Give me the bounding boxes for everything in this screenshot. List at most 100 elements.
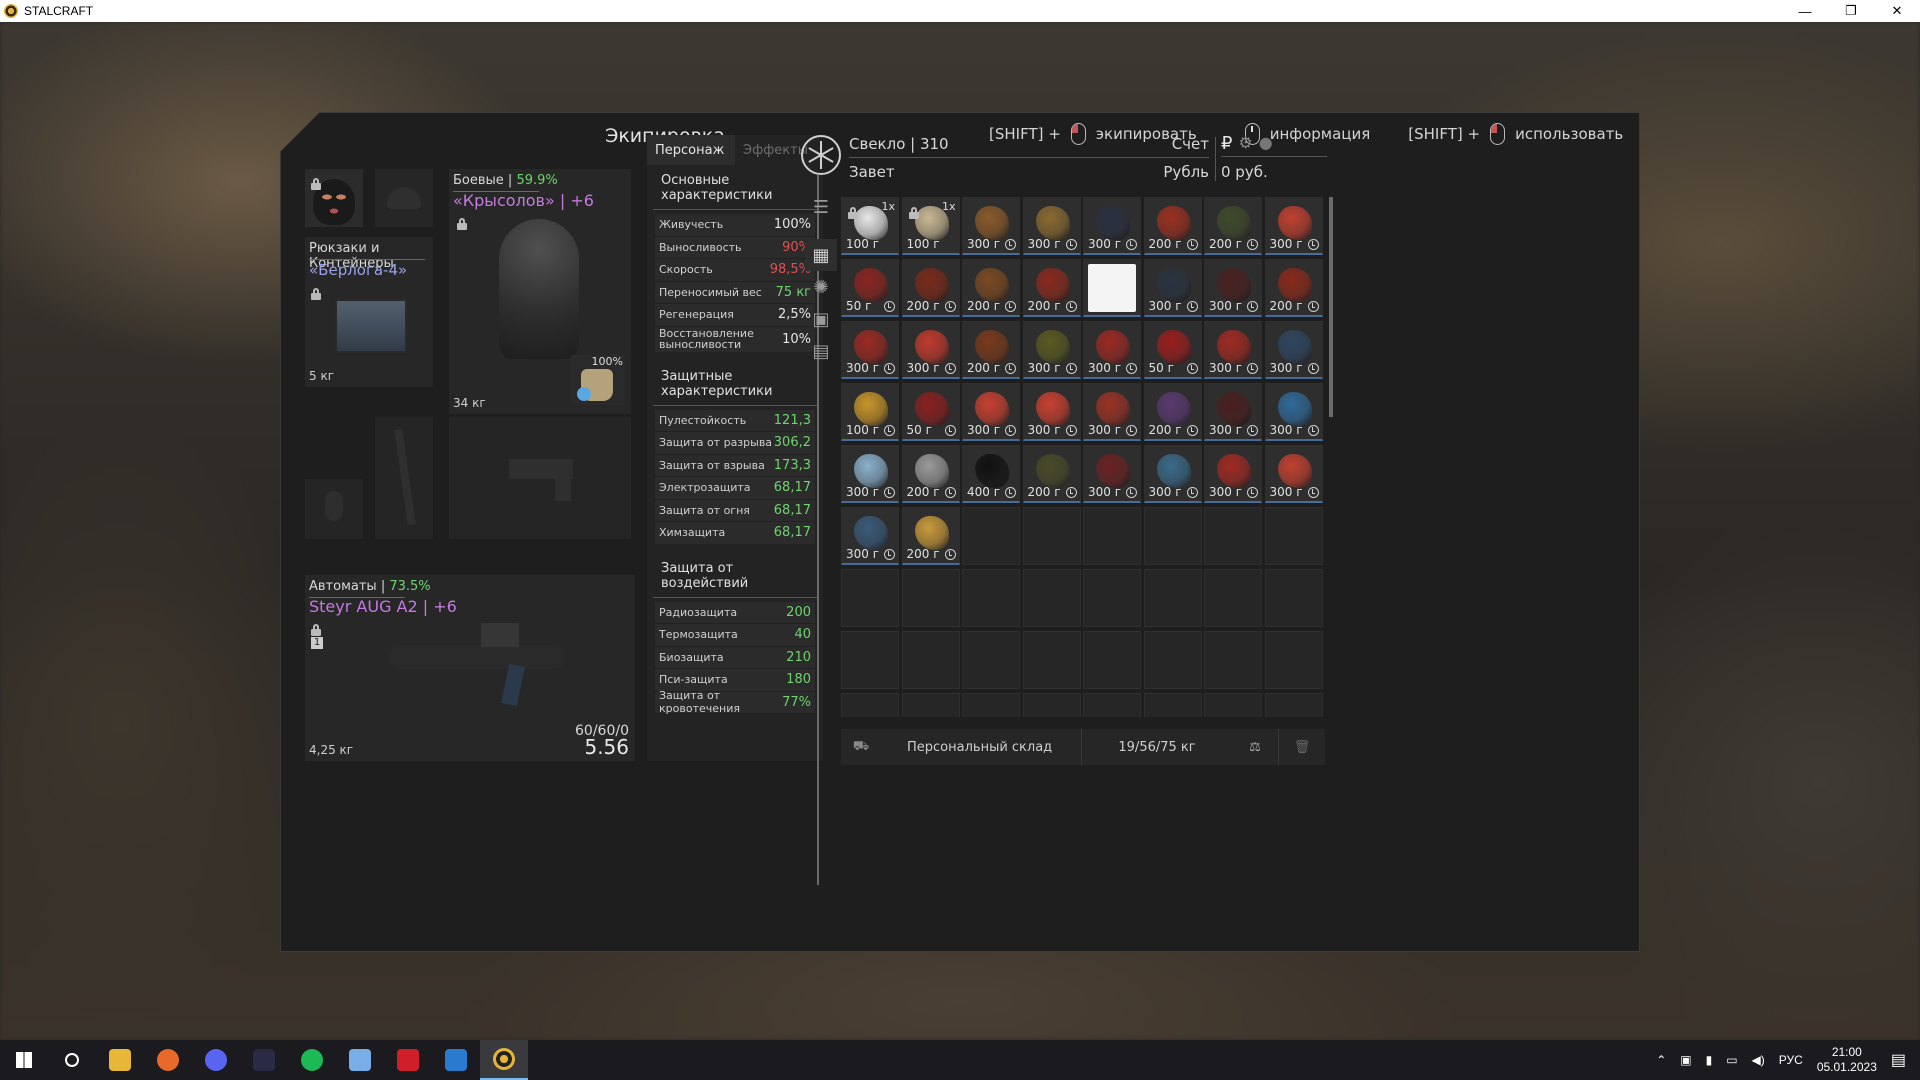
spotify-icon[interactable]: [288, 1040, 336, 1080]
inventory-item[interactable]: 200 г: [901, 445, 960, 503]
inventory-item[interactable]: 300 г: [1022, 383, 1081, 441]
inventory-item[interactable]: 300 г: [901, 321, 960, 379]
empty-inventory-slot[interactable]: [1083, 693, 1141, 717]
inventory-item[interactable]: 300 г: [1264, 445, 1323, 503]
inventory-item[interactable]: 300 г: [1264, 321, 1323, 379]
knife-slot[interactable]: [375, 417, 433, 539]
language-indicator[interactable]: РУС: [1779, 1053, 1803, 1067]
amd-icon[interactable]: [384, 1040, 432, 1080]
empty-inventory-slot[interactable]: [901, 693, 960, 717]
volume-icon[interactable]: ◀): [1752, 1053, 1765, 1067]
empty-inventory-slot[interactable]: [901, 569, 960, 627]
inventory-item[interactable]: 200 г: [1143, 197, 1202, 255]
container-filter-icon[interactable]: ▣: [805, 303, 837, 335]
empty-inventory-slot[interactable]: [1204, 693, 1262, 717]
inventory-item[interactable]: 300 г: [1022, 197, 1081, 255]
empty-inventory-slot[interactable]: [841, 693, 899, 717]
notifications-icon[interactable]: ▤: [1891, 1050, 1906, 1070]
inventory-item[interactable]: 400 г: [962, 445, 1020, 503]
list-view-icon[interactable]: ☰: [805, 191, 837, 223]
empty-inventory-slot[interactable]: [1022, 693, 1081, 717]
globe-icon[interactable]: ●: [1259, 133, 1273, 154]
empty-inventory-slot[interactable]: [962, 693, 1020, 717]
grid-view-icon[interactable]: ▦: [805, 239, 837, 271]
search-icon[interactable]: [48, 1040, 96, 1080]
inventory-item[interactable]: 300 г: [1022, 321, 1081, 379]
camera-icon[interactable]: ▣: [1680, 1053, 1691, 1067]
settings-gear-icon[interactable]: ⚙: [1238, 133, 1252, 154]
inventory-item[interactable]: 300 г: [841, 445, 899, 503]
inventory-item[interactable]: 300 г: [1083, 445, 1141, 503]
storage-filter-icon[interactable]: ▤: [805, 335, 837, 367]
stalcraft-taskbar-icon[interactable]: [480, 1040, 528, 1080]
firefox-icon[interactable]: [144, 1040, 192, 1080]
inventory-item[interactable]: 300 г: [1204, 383, 1262, 441]
tab-character[interactable]: Персонаж: [647, 135, 735, 165]
empty-inventory-slot[interactable]: [1083, 569, 1141, 627]
inventory-item[interactable]: [1083, 259, 1141, 317]
trash-icon[interactable]: 🗑: [1279, 740, 1325, 755]
inventory-item[interactable]: 50 г: [901, 383, 960, 441]
mic-icon[interactable]: ▮: [1706, 1053, 1713, 1067]
inventory-item[interactable]: 50 г: [841, 259, 899, 317]
inventory-item[interactable]: 1x 100 г: [841, 197, 899, 255]
file-explorer-icon[interactable]: [96, 1040, 144, 1080]
clock[interactable]: 21:00 05.01.2023: [1817, 1045, 1877, 1075]
empty-inventory-slot[interactable]: [1143, 507, 1202, 565]
inventory-item[interactable]: 300 г: [1204, 445, 1262, 503]
empty-inventory-slot[interactable]: [841, 569, 899, 627]
inventory-item[interactable]: 200 г: [962, 321, 1020, 379]
game-launcher-icon[interactable]: [240, 1040, 288, 1080]
inventory-scrollbar[interactable]: [1329, 197, 1333, 417]
empty-inventory-slot[interactable]: [1264, 693, 1323, 717]
storage-label[interactable]: Персональный склад: [881, 740, 1081, 755]
empty-inventory-slot[interactable]: [962, 507, 1020, 565]
inventory-item[interactable]: 100 г: [841, 383, 899, 441]
close-button[interactable]: ✕: [1874, 0, 1920, 22]
inventory-item[interactable]: 300 г: [1264, 383, 1323, 441]
empty-inventory-slot[interactable]: [1022, 569, 1081, 627]
inventory-item[interactable]: 300 г: [1204, 321, 1262, 379]
inventory-item[interactable]: 200 г: [901, 259, 960, 317]
inventory-item[interactable]: 200 г: [1204, 197, 1262, 255]
inventory-item[interactable]: 200 г: [1022, 259, 1081, 317]
empty-inventory-slot[interactable]: [1083, 507, 1141, 565]
empty-inventory-slot[interactable]: [962, 631, 1020, 689]
inventory-item[interactable]: 300 г: [1143, 445, 1202, 503]
empty-inventory-slot[interactable]: [1264, 631, 1323, 689]
inventory-item[interactable]: 300 г: [1083, 197, 1141, 255]
inventory-item[interactable]: 300 г: [841, 507, 899, 565]
inventory-item[interactable]: 200 г: [901, 507, 960, 565]
inventory-item[interactable]: 300 г: [1264, 197, 1323, 255]
helmet-slot[interactable]: [375, 169, 433, 227]
inventory-item[interactable]: 200 г: [962, 259, 1020, 317]
chevron-up-icon[interactable]: ⌃: [1656, 1053, 1666, 1067]
empty-inventory-slot[interactable]: [1204, 507, 1262, 565]
inventory-item[interactable]: 50 г: [1143, 321, 1202, 379]
start-button[interactable]: [0, 1040, 48, 1080]
inventory-item[interactable]: 300 г: [1083, 321, 1141, 379]
empty-inventory-slot[interactable]: [1022, 507, 1081, 565]
inventory-item[interactable]: 300 г: [962, 197, 1020, 255]
minimize-button[interactable]: —: [1782, 0, 1828, 22]
empty-inventory-slot[interactable]: [841, 631, 899, 689]
empty-inventory-slot[interactable]: [1143, 693, 1202, 717]
empty-inventory-slot[interactable]: [1022, 631, 1081, 689]
inventory-item[interactable]: 200 г: [1264, 259, 1323, 317]
empty-inventory-slot[interactable]: [1204, 569, 1262, 627]
inventory-item[interactable]: 300 г: [1204, 259, 1262, 317]
artifact-filter-icon[interactable]: ✺: [805, 271, 837, 303]
maximize-button[interactable]: ❐: [1828, 0, 1874, 22]
grenade-slot[interactable]: [305, 479, 363, 539]
inventory-item[interactable]: 300 г: [962, 383, 1020, 441]
empty-inventory-slot[interactable]: [1264, 569, 1323, 627]
mask-slot[interactable]: [305, 169, 363, 227]
media-player-icon[interactable]: [432, 1040, 480, 1080]
armor-slot[interactable]: Боевые | 59.9% «Крысолов» | +6 100% 34 к…: [449, 169, 631, 414]
empty-inventory-slot[interactable]: [901, 631, 960, 689]
discord-icon[interactable]: [192, 1040, 240, 1080]
pistol-slot[interactable]: [449, 417, 631, 539]
inventory-item[interactable]: 300 г: [1143, 259, 1202, 317]
storage-icon[interactable]: ⛟: [841, 739, 881, 756]
empty-inventory-slot[interactable]: [1143, 631, 1202, 689]
